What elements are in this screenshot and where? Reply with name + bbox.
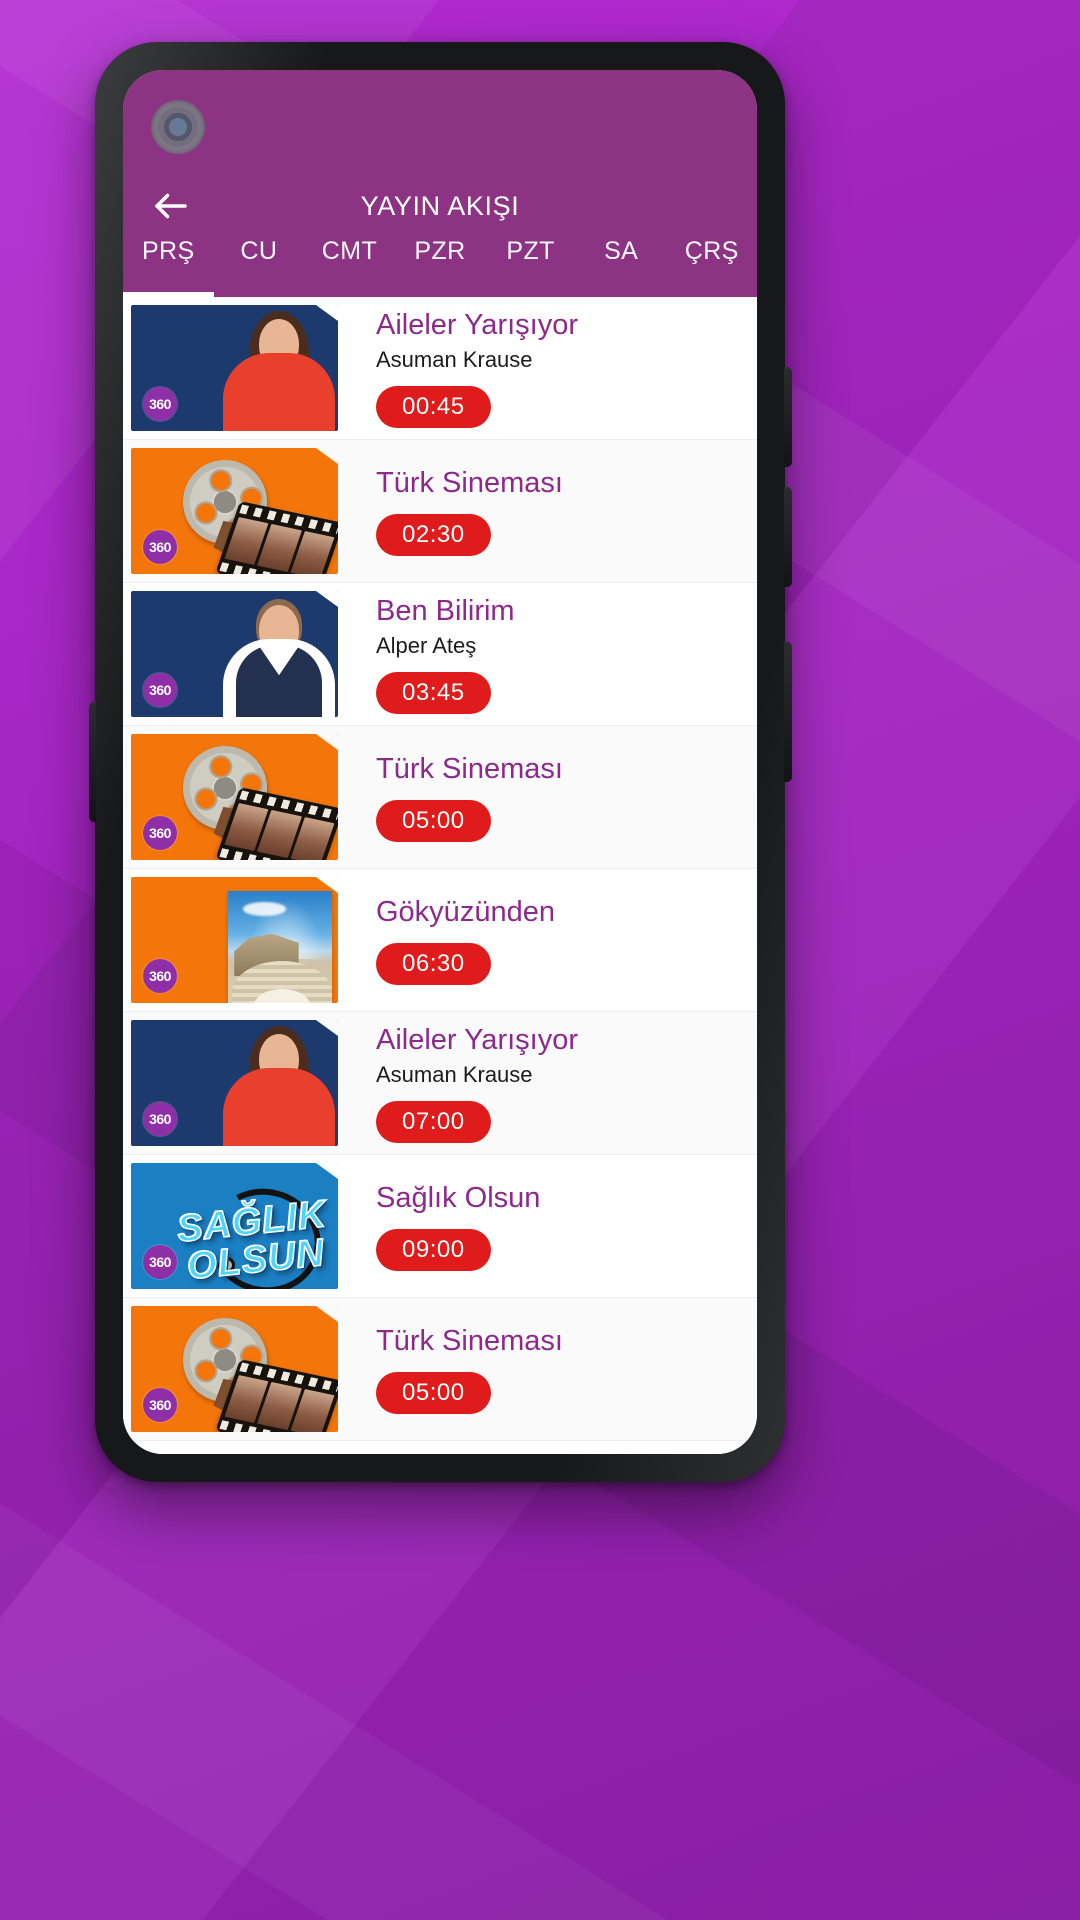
- back-button[interactable]: [123, 166, 219, 246]
- phone-device-frame: YAYIN AKIŞI PRŞ CU CMT PZR PZT SA ÇRŞ 360 Ailel…: [89, 42, 792, 1482]
- channel-logo-360-icon: 360: [143, 1245, 177, 1279]
- program-time-badge: 05:00: [376, 800, 491, 843]
- program-thumbnail: 360: [131, 1020, 338, 1146]
- presenter-photo: [220, 591, 338, 717]
- program-thumbnail: 360: [131, 877, 338, 1003]
- program-row[interactable]: 360 Aileler Yarışıyor Asuman Krause 00:45: [123, 297, 757, 440]
- arrow-left-icon: [155, 193, 187, 219]
- aerial-landscape-photo: [228, 891, 332, 1003]
- program-list[interactable]: 360 Aileler Yarışıyor Asuman Krause 00:45 36…: [123, 297, 757, 1454]
- page-title: YAYIN AKIŞI: [360, 190, 520, 221]
- program-host: Asuman Krause: [376, 347, 533, 373]
- tab-day-4[interactable]: PZT: [485, 235, 576, 297]
- tab-day-2[interactable]: CMT: [304, 235, 395, 297]
- channel-logo-360-icon: 360: [143, 387, 177, 421]
- front-camera-icon: [151, 100, 205, 154]
- tab-label: PZT: [506, 237, 555, 265]
- program-time-badge: 07:00: [376, 1100, 491, 1143]
- program-thumbnail: 360: [131, 448, 338, 574]
- thumbnail-corner-notch: [316, 1020, 338, 1036]
- tab-day-6[interactable]: ÇRŞ: [666, 235, 757, 297]
- program-time-badge: 06:30: [376, 943, 491, 986]
- presenter-body: [223, 353, 335, 431]
- thumbnail-corner-notch: [316, 448, 338, 464]
- program-info: Türk Sineması 05:00: [338, 1298, 757, 1440]
- program-info: Aileler Yarışıyor Asuman Krause 00:45: [338, 297, 757, 439]
- program-time-badge: 02:30: [376, 514, 491, 557]
- tab-label: CMT: [321, 237, 378, 265]
- program-host: Asuman Krause: [376, 1062, 533, 1088]
- channel-logo-360-icon: 360: [143, 673, 177, 707]
- program-host: Alper Ateş: [376, 633, 477, 659]
- program-title: Ben Bilirim: [376, 595, 515, 628]
- tab-day-0[interactable]: PRŞ: [123, 235, 214, 297]
- program-time-badge: 05:00: [376, 1372, 491, 1415]
- thumbnail-corner-notch: [316, 734, 338, 750]
- program-info: Türk Sineması 05:00: [338, 726, 757, 868]
- program-info: Türk Sineması 02:30: [338, 440, 757, 582]
- cloud: [242, 902, 287, 916]
- program-thumbnail: 360: [131, 1306, 338, 1432]
- tab-day-3[interactable]: PZR: [395, 235, 486, 297]
- tab-label: CU: [240, 237, 278, 265]
- program-time-badge: 03:45: [376, 671, 491, 714]
- app-bar-top-row: YAYIN AKIŞI: [123, 166, 757, 246]
- assistant-button[interactable]: [89, 702, 96, 822]
- presenter-photo: [220, 305, 338, 431]
- program-row[interactable]: 360 Gökyüzünden 06:30: [123, 869, 757, 1012]
- program-title: Gökyüzünden: [376, 895, 555, 928]
- presenter-body: [223, 1068, 335, 1146]
- tab-label: ÇRŞ: [684, 237, 739, 265]
- channel-logo-360-icon: 360: [143, 959, 177, 993]
- thumbnail-corner-notch: [316, 877, 338, 893]
- program-title: Türk Sineması: [376, 1324, 563, 1357]
- program-row[interactable]: 360 Türk Sineması 05:00: [123, 1298, 757, 1441]
- channel-logo-360-icon: 360: [143, 530, 177, 564]
- volume-up-button[interactable]: [784, 367, 792, 467]
- program-row[interactable]: SAĞLIK OLSUN 360 Sağlık Olsun 09:00: [123, 1155, 757, 1298]
- program-thumbnail: 360: [131, 305, 338, 431]
- tab-label: SA: [604, 237, 639, 265]
- thumbnail-corner-notch: [316, 591, 338, 607]
- program-row[interactable]: 360 Aileler Yarışıyor Asuman Krause 07:00: [123, 1012, 757, 1155]
- program-info: Aileler Yarışıyor Asuman Krause 07:00: [338, 1012, 757, 1154]
- program-time-badge: 00:45: [376, 385, 491, 428]
- tab-label: PRŞ: [141, 237, 195, 265]
- power-button[interactable]: [784, 642, 792, 782]
- program-thumbnail: 360: [131, 591, 338, 717]
- program-row[interactable]: 360 Türk Sineması 02:30: [123, 440, 757, 583]
- tab-label: PZR: [414, 237, 466, 265]
- program-title: Sağlık Olsun: [376, 1181, 541, 1214]
- phone-screen: YAYIN AKIŞI PRŞ CU CMT PZR PZT SA ÇRŞ 360 Ailel…: [123, 70, 757, 1454]
- program-thumbnail: 360: [131, 734, 338, 860]
- day-tab-bar[interactable]: PRŞ CU CMT PZR PZT SA ÇRŞ: [123, 235, 757, 297]
- program-info: Gökyüzünden 06:30: [338, 869, 757, 1011]
- program-thumbnail: SAĞLIK OLSUN 360: [131, 1163, 338, 1289]
- thumbnail-corner-notch: [316, 1306, 338, 1322]
- presenter-photo: [220, 1020, 338, 1146]
- volume-down-button[interactable]: [784, 487, 792, 587]
- program-info: Sağlık Olsun 09:00: [338, 1155, 757, 1297]
- channel-logo-360-icon: 360: [143, 1102, 177, 1136]
- program-title: Aileler Yarışıyor: [376, 309, 578, 342]
- program-title: Türk Sineması: [376, 752, 563, 785]
- tab-day-1[interactable]: CU: [214, 235, 305, 297]
- channel-logo-360-icon: 360: [143, 1388, 177, 1422]
- program-row[interactable]: 360 Türk Sineması 05:00: [123, 726, 757, 869]
- app-bar: YAYIN AKIŞI PRŞ CU CMT PZR PZT SA ÇRŞ: [123, 70, 757, 297]
- program-info: Ben Bilirim Alper Ateş 03:45: [338, 583, 757, 725]
- program-title: Aileler Yarışıyor: [376, 1024, 578, 1057]
- thumbnail-corner-notch: [316, 305, 338, 321]
- tab-day-5[interactable]: SA: [576, 235, 667, 297]
- thumbnail-corner-notch: [316, 1163, 338, 1179]
- program-row[interactable]: 360 Ben Bilirim Alper Ateş 03:45: [123, 583, 757, 726]
- channel-logo-360-icon: 360: [143, 816, 177, 850]
- program-title: Türk Sineması: [376, 466, 563, 499]
- program-time-badge: 09:00: [376, 1229, 491, 1272]
